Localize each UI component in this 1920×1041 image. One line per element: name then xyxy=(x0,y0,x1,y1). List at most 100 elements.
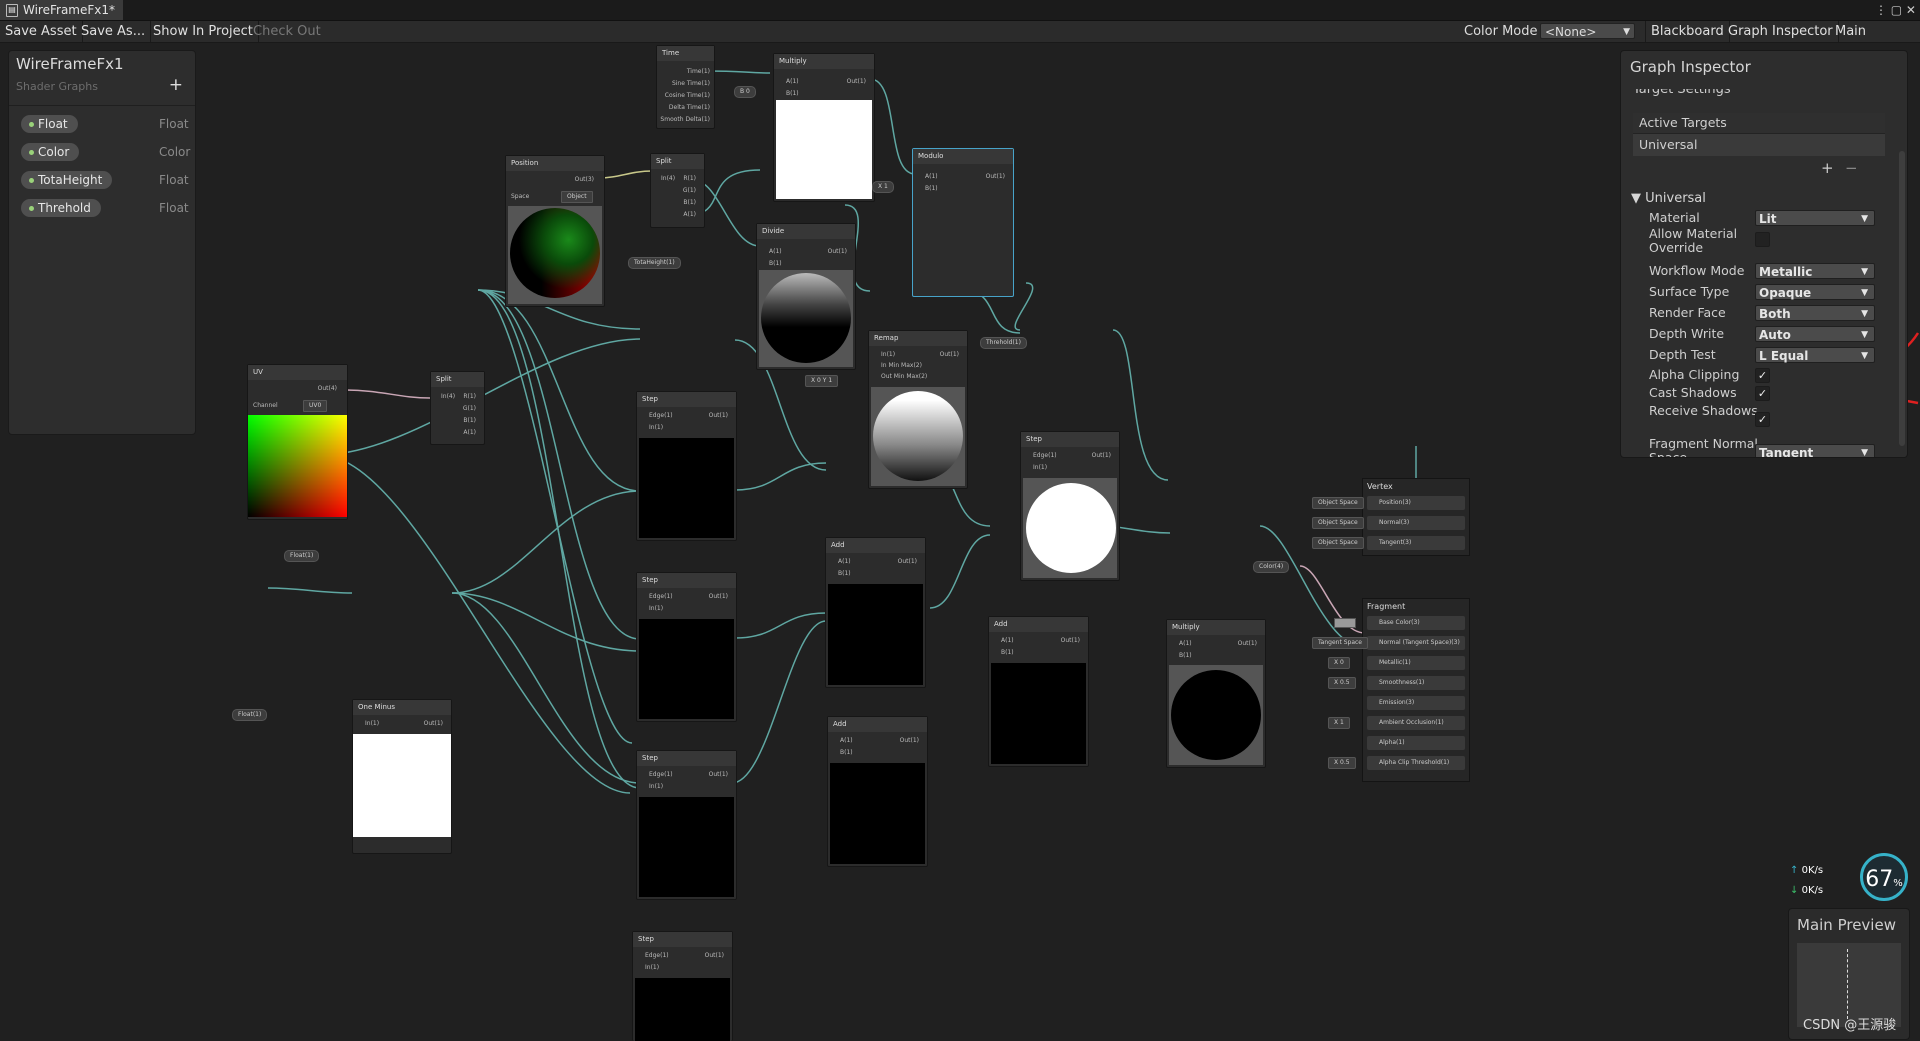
input-port[interactable]: A(1) xyxy=(786,78,799,86)
output-port[interactable]: G(1) xyxy=(683,187,696,195)
float-property-node[interactable]: Float(1) xyxy=(232,709,268,721)
slot-tag[interactable]: Object Space xyxy=(1312,497,1364,509)
surface-type-dropdown[interactable]: Opaque ▼ xyxy=(1755,284,1875,300)
property-pill[interactable]: Color xyxy=(21,143,80,161)
input-port[interactable]: A(1) xyxy=(1179,640,1192,648)
slot-tag[interactable]: X 0.5 xyxy=(1328,677,1356,689)
depth-test-dropdown[interactable]: L Equal ▼ xyxy=(1755,347,1875,363)
step-node[interactable]: Step Edge(1) In(1) Out(1) xyxy=(636,750,737,900)
input-port[interactable]: B(1) xyxy=(925,185,938,193)
input-port[interactable]: B(1) xyxy=(840,749,853,757)
material-dropdown[interactable]: Lit ▼ xyxy=(1755,210,1875,226)
time-node[interactable]: Time Time(1) Sine Time(1) Cosine Time(1)… xyxy=(656,45,715,129)
output-port[interactable]: Out(1) xyxy=(424,720,443,728)
input-port[interactable]: Edge(1) xyxy=(649,771,673,779)
main-preview-toggle[interactable]: Main Preview xyxy=(1830,21,1920,60)
output-port[interactable]: Cosine Time(1) xyxy=(665,92,710,100)
vertex-context[interactable]: Vertex Position(3) Normal(3) Tangent(3) xyxy=(1362,478,1470,556)
input-port[interactable]: A(1) xyxy=(925,173,938,181)
output-port[interactable]: A(1) xyxy=(683,211,696,219)
fragment-context[interactable]: Fragment Base Color(3) Normal (Tangent S… xyxy=(1362,598,1470,782)
output-port[interactable]: Time(1) xyxy=(687,68,710,76)
input-port[interactable]: A(1) xyxy=(838,558,851,566)
input-port[interactable]: In(1) xyxy=(649,783,663,791)
save-asset-button[interactable]: Save Asset xyxy=(0,21,83,42)
input-port[interactable]: Out Min Max(2) xyxy=(881,373,927,381)
input-port[interactable]: Edge(1) xyxy=(1033,452,1057,460)
output-port[interactable]: B(1) xyxy=(463,417,476,425)
fragment-normal-space-dropdown[interactable]: Tangent ▼ xyxy=(1755,444,1875,457)
output-port[interactable]: Out(1) xyxy=(986,173,1005,181)
split-node[interactable]: Split In(4) R(1) G(1) B(1) A(1) xyxy=(650,153,705,228)
output-port[interactable]: A(1) xyxy=(463,429,476,437)
blackboard-toggle[interactable]: Blackboard xyxy=(1645,21,1730,42)
depth-write-dropdown[interactable]: Auto ▼ xyxy=(1755,326,1875,342)
fragment-slot[interactable]: Metallic(1) xyxy=(1367,656,1465,670)
show-in-project-button[interactable]: Show In Project xyxy=(148,21,259,42)
input-port[interactable]: B(1) xyxy=(838,570,851,578)
input-port[interactable]: B(1) xyxy=(1179,652,1192,660)
input-port[interactable]: In Min Max(2) xyxy=(881,362,922,370)
fragment-slot[interactable]: Smoothness(1) xyxy=(1367,676,1465,690)
graph-inspector-toggle[interactable]: Graph Inspector xyxy=(1723,21,1839,42)
check-out-button[interactable]: Check Out xyxy=(248,21,326,42)
output-port[interactable]: Out(1) xyxy=(847,78,866,86)
slot-tag[interactable]: Tangent Space xyxy=(1312,637,1368,649)
slot-tag[interactable]: Object Space xyxy=(1312,537,1364,549)
vertex-slot[interactable]: Position(3) xyxy=(1367,496,1465,510)
output-port[interactable]: R(1) xyxy=(683,175,696,183)
remap-node[interactable]: Remap In(1) In Min Max(2) Out Min Max(2)… xyxy=(868,330,968,489)
inspector-scrollbar[interactable] xyxy=(1899,151,1905,446)
multiply-node[interactable]: Multiply A(1) B(1) Out(1) xyxy=(1166,619,1266,768)
fragment-slot[interactable]: Ambient Occlusion(1) xyxy=(1367,716,1465,730)
divide-node[interactable]: Divide A(1) B(1) Out(1) xyxy=(756,223,856,370)
input-port[interactable]: B(1) xyxy=(1001,649,1014,657)
fragment-slot[interactable]: Emission(3) xyxy=(1367,696,1465,710)
output-port[interactable]: Out(1) xyxy=(828,248,847,256)
output-port[interactable]: Out(1) xyxy=(709,412,728,420)
universal-section-header[interactable]: ▼ Universal xyxy=(1631,191,1706,206)
step-node[interactable]: Step Edge(1) In(1) Out(1) xyxy=(1020,431,1120,581)
multiply-node[interactable]: Multiply A(1) B(1) Out(1) xyxy=(773,53,875,202)
totaheight-property-node[interactable]: TotaHeight(1) xyxy=(628,257,681,269)
output-port[interactable]: G(1) xyxy=(463,405,476,413)
alpha-clipping-checkbox[interactable]: ✓ xyxy=(1755,368,1770,383)
output-port[interactable]: Out(1) xyxy=(940,351,959,359)
output-port[interactable]: B(1) xyxy=(683,199,696,207)
add-node[interactable]: Add A(1) B(1) Out(1) xyxy=(827,716,928,867)
vertex-slot[interactable]: Normal(3) xyxy=(1367,516,1465,530)
input-port[interactable]: In(1) xyxy=(881,351,895,359)
base-color-swatch[interactable] xyxy=(1334,618,1356,628)
slot-tag[interactable]: X 1 xyxy=(1328,717,1350,729)
inline-value[interactable]: X 1 xyxy=(872,181,894,193)
input-port[interactable]: B(1) xyxy=(786,90,799,98)
input-port[interactable]: A(1) xyxy=(840,737,853,745)
input-port[interactable]: In(1) xyxy=(649,424,663,432)
float-property-node[interactable]: Float(1) xyxy=(284,550,320,562)
fragment-slot[interactable]: Alpha(1) xyxy=(1367,736,1465,750)
input-port[interactable]: In(1) xyxy=(1033,464,1047,472)
input-port[interactable]: In(1) xyxy=(649,605,663,613)
vertex-slot[interactable]: Tangent(3) xyxy=(1367,536,1465,550)
output-port[interactable]: Out(1) xyxy=(1061,637,1080,645)
render-face-dropdown[interactable]: Both ▼ xyxy=(1755,305,1875,321)
allow-material-override-checkbox[interactable] xyxy=(1755,232,1770,247)
output-port[interactable]: Out(1) xyxy=(898,558,917,566)
output-port[interactable]: Delta Time(1) xyxy=(669,104,710,112)
input-port[interactable]: In(1) xyxy=(365,720,379,728)
fragment-slot[interactable]: Base Color(3) xyxy=(1367,616,1465,630)
inline-value[interactable]: B 0 xyxy=(734,86,756,98)
target-item-universal[interactable]: Universal xyxy=(1633,134,1885,156)
input-port[interactable]: A(1) xyxy=(769,248,782,256)
output-port[interactable]: Smooth Delta(1) xyxy=(660,116,710,124)
window-controls[interactable]: ⋮ ▢ ✕ xyxy=(1875,0,1916,20)
add-target-button[interactable]: + xyxy=(1821,159,1834,177)
workflow-mode-dropdown[interactable]: Metallic ▼ xyxy=(1755,263,1875,279)
input-port[interactable]: Edge(1) xyxy=(649,412,673,420)
step-node[interactable]: Step Edge(1) In(1) Out(1) xyxy=(636,572,737,722)
input-port[interactable]: Edge(1) xyxy=(645,952,669,960)
output-port[interactable]: Out(1) xyxy=(1238,640,1257,648)
output-port[interactable]: Out(4) xyxy=(318,385,337,393)
receive-shadows-checkbox[interactable]: ✓ xyxy=(1755,412,1770,427)
output-port[interactable]: Out(3) xyxy=(575,176,594,184)
